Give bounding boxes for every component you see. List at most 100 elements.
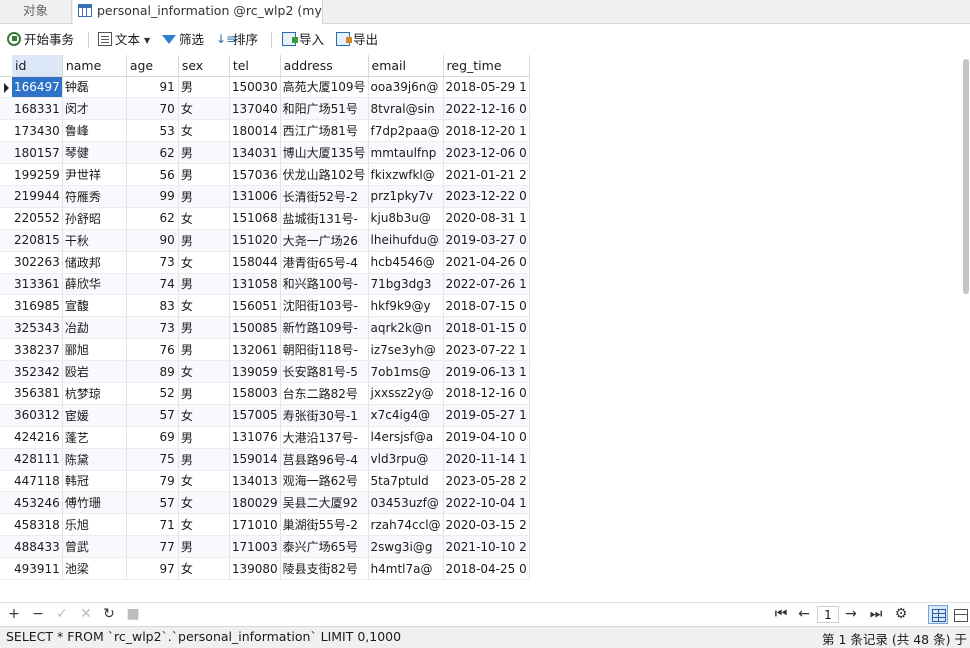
- cell-age[interactable]: 56: [126, 163, 179, 186]
- row-marker[interactable]: [0, 535, 12, 559]
- cell-age[interactable]: 62: [126, 141, 179, 165]
- cell-name[interactable]: 宦媛: [62, 404, 127, 427]
- cell-email[interactable]: f7dp2paa@: [368, 119, 444, 143]
- cell-name[interactable]: 符雁秀: [62, 185, 127, 208]
- cell-name[interactable]: 殴岩: [62, 360, 127, 383]
- cell-age[interactable]: 77: [126, 535, 179, 559]
- cell-email[interactable]: aqrk2k@n: [368, 316, 444, 340]
- cell-id[interactable]: 199259: [12, 163, 63, 186]
- cell-name[interactable]: 韩冠: [62, 470, 127, 493]
- cell-name[interactable]: 尹世祥: [62, 163, 127, 186]
- row-marker[interactable]: [0, 251, 12, 274]
- cell-tel[interactable]: 132061: [229, 338, 281, 362]
- cell-address[interactable]: 和兴路100号-: [280, 273, 369, 296]
- column-header-address[interactable]: address: [280, 55, 369, 77]
- cell-email[interactable]: prz1pky7v: [368, 185, 444, 208]
- cell-age[interactable]: 99: [126, 185, 179, 208]
- table-row[interactable]: 325343 冶勐 73 男 150085 新竹路109号-aqrk2k@n 2018-01…: [0, 316, 530, 340]
- cell-name[interactable]: 琴健: [62, 141, 127, 165]
- cell-sex[interactable]: 女: [178, 491, 230, 515]
- cell-id[interactable]: 316985: [12, 294, 63, 318]
- cell-id[interactable]: 458318: [12, 513, 63, 537]
- begin-transaction-button[interactable]: 开始事务: [7, 29, 74, 51]
- cell-tel[interactable]: 150030: [229, 76, 281, 99]
- column-header-name[interactable]: name: [62, 55, 127, 77]
- cell-sex[interactable]: 男: [178, 382, 230, 405]
- row-marker[interactable]: [0, 557, 12, 580]
- cell-email[interactable]: x7c4ig4@: [368, 404, 444, 427]
- cell-address[interactable]: 长安路81号-5: [280, 360, 369, 383]
- cell-email[interactable]: kju8b3u@: [368, 207, 444, 230]
- cell-name[interactable]: 曾武: [62, 535, 127, 559]
- cell-id[interactable]: 325343: [12, 316, 63, 340]
- cell-email[interactable]: rzah74ccl@: [368, 513, 444, 537]
- column-header-tel[interactable]: tel: [229, 55, 281, 77]
- cell-age[interactable]: 83: [126, 294, 179, 318]
- cell-name[interactable]: 薛欣华: [62, 273, 127, 296]
- cell-age[interactable]: 73: [126, 316, 179, 340]
- cell-reg-time[interactable]: 2018-12-20 1: [443, 119, 530, 143]
- first-page-icon[interactable]: ⏮: [773, 606, 789, 622]
- cell-email[interactable]: 7ob1ms@: [368, 360, 444, 383]
- row-marker[interactable]: [0, 338, 12, 362]
- cell-id[interactable]: 424216: [12, 426, 63, 449]
- cell-email[interactable]: h4mtl7a@: [368, 557, 444, 580]
- cell-name[interactable]: 闵才: [62, 97, 127, 121]
- table-row[interactable]: 453246 傅竹珊 57 女 180029 吴县二大厦92 03453uzf@ 2022-1…: [0, 491, 530, 515]
- column-header-age[interactable]: age: [126, 55, 179, 77]
- cell-email[interactable]: hkf9k9@y: [368, 294, 444, 318]
- cell-tel[interactable]: 171010: [229, 513, 281, 537]
- cell-sex[interactable]: 男: [178, 426, 230, 449]
- cell-email[interactable]: 2swg3i@g: [368, 535, 444, 559]
- cell-age[interactable]: 91: [126, 76, 179, 99]
- cell-sex[interactable]: 女: [178, 119, 230, 143]
- filter-button[interactable]: 筛选: [162, 29, 204, 51]
- cell-id[interactable]: 166497: [12, 76, 63, 99]
- cell-sex[interactable]: 女: [178, 97, 230, 121]
- cell-address[interactable]: 港青街65号-4: [280, 251, 369, 274]
- cell-tel[interactable]: 139059: [229, 360, 281, 383]
- cell-id[interactable]: 352342: [12, 360, 63, 383]
- cell-address[interactable]: 沈阳街103号-: [280, 294, 369, 318]
- cell-tel[interactable]: 151068: [229, 207, 281, 230]
- cell-sex[interactable]: 男: [178, 448, 230, 471]
- cell-name[interactable]: 郦旭: [62, 338, 127, 362]
- cell-email[interactable]: vld3rpu@: [368, 448, 444, 471]
- cell-reg-time[interactable]: 2021-04-26 0: [443, 251, 530, 274]
- cell-email[interactable]: ooa39j6n@: [368, 76, 444, 99]
- table-row[interactable]: 424216 蓬艺 69 男 131076 大港沿137号-l4ersjsf@a 2019-…: [0, 426, 530, 449]
- row-marker[interactable]: [0, 470, 12, 493]
- cell-reg-time[interactable]: 2019-04-10 0: [443, 426, 530, 449]
- row-marker[interactable]: [0, 404, 12, 427]
- cell-address[interactable]: 伏龙山路102号: [280, 163, 369, 186]
- text-view-button[interactable]: 文本 ▼: [98, 29, 150, 51]
- cell-email[interactable]: hcb4546@: [368, 251, 444, 274]
- cell-tel[interactable]: 180014: [229, 119, 281, 143]
- cell-reg-time[interactable]: 2023-12-06 0: [443, 141, 530, 165]
- form-view-button[interactable]: [950, 605, 970, 624]
- row-marker[interactable]: [0, 229, 12, 252]
- cell-sex[interactable]: 男: [178, 273, 230, 296]
- table-row[interactable]: 302263 储政邦 73 女 158044 港青街65号-4 hcb4546@ 2021-0…: [0, 251, 530, 274]
- cell-email[interactable]: 5ta7ptuld: [368, 470, 444, 493]
- cell-reg-time[interactable]: 2020-03-15 2: [443, 513, 530, 537]
- cell-age[interactable]: 89: [126, 360, 179, 383]
- cell-email[interactable]: 03453uzf@: [368, 491, 444, 515]
- cell-address[interactable]: 盐城街131号-: [280, 207, 369, 230]
- cell-sex[interactable]: 男: [178, 316, 230, 340]
- cell-id[interactable]: 173430: [12, 119, 63, 143]
- table-row[interactable]: 352342 殴岩 89 女 139059 长安路81号-5 7ob1ms@ 2019-06-…: [0, 360, 530, 383]
- cell-reg-time[interactable]: 2019-03-27 0: [443, 229, 530, 252]
- cell-email[interactable]: lheihufdu@: [368, 229, 444, 252]
- cell-id[interactable]: 493911: [12, 557, 63, 580]
- row-marker[interactable]: [0, 360, 12, 383]
- column-header-sex[interactable]: sex: [178, 55, 230, 77]
- table-row[interactable]: 458318 乐旭 71 女 171010 巢湖街55号-2 rzah74ccl@ 2020-…: [0, 513, 530, 537]
- cell-name[interactable]: 储政邦: [62, 251, 127, 274]
- table-row[interactable]: 180157 琴健 62 男 134031 博山大厦135号 mmtaulfnp 2023-1…: [0, 141, 530, 165]
- row-marker[interactable]: [0, 316, 12, 340]
- cell-reg-time[interactable]: 2021-01-21 2: [443, 163, 530, 186]
- cell-tel[interactable]: 131006: [229, 185, 281, 208]
- table-row[interactable]: 428111 陈黛 75 男 159014 莒县路96号-4 vld3rpu@ 2020-11…: [0, 448, 530, 471]
- row-marker[interactable]: [0, 448, 12, 471]
